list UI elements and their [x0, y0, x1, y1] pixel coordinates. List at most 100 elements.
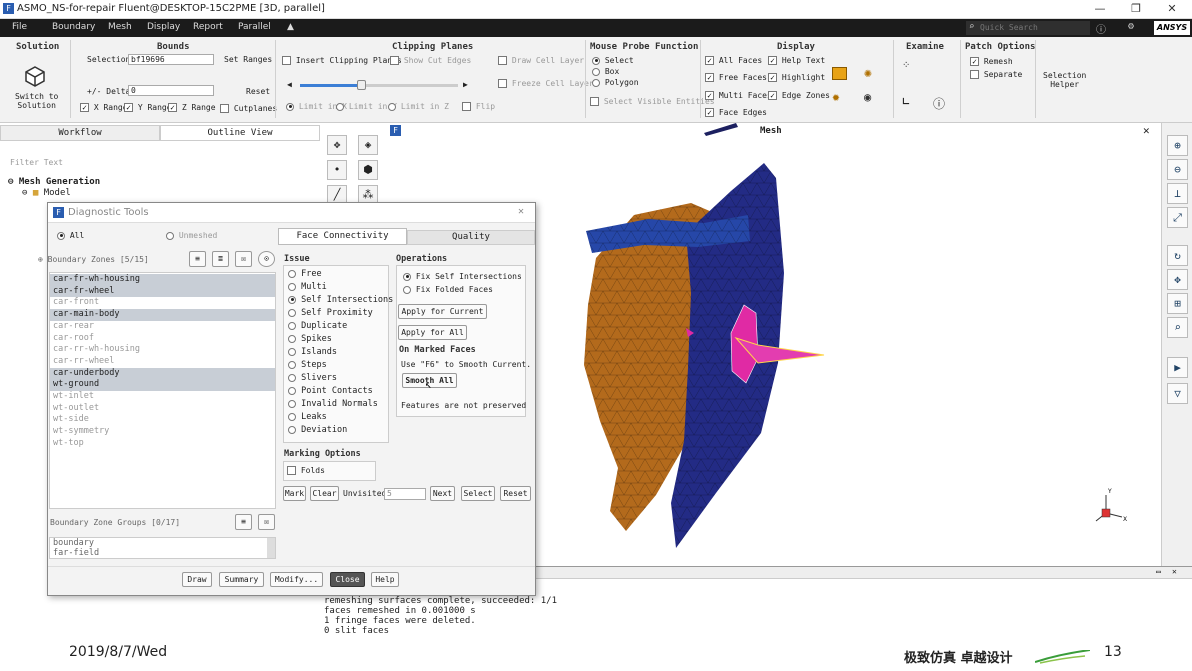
help-button[interactable]: Help: [371, 572, 399, 587]
tab-face-connectivity[interactable]: Face Connectivity: [278, 228, 407, 245]
multi-faces-checkbox[interactable]: Multi Faces: [705, 91, 772, 100]
issue-radio[interactable]: Leaks: [288, 411, 327, 424]
fix-self-intersections-radio[interactable]: Fix Self Intersections: [403, 272, 522, 281]
list-item[interactable]: wt-symmetry: [50, 426, 275, 438]
axes-icon[interactable]: ⊥: [1167, 183, 1188, 204]
issue-radio[interactable]: Duplicate: [288, 320, 347, 333]
issue-radio[interactable]: Multi: [288, 281, 327, 294]
issue-radio[interactable]: Self Proximity: [288, 307, 373, 320]
edge-zones-checkbox[interactable]: Edge Zones: [768, 91, 830, 100]
selection-helper-button[interactable]: Selection Helper: [1043, 71, 1086, 89]
issue-radio[interactable]: Slivers: [288, 372, 337, 385]
probe-polygon-radio[interactable]: Polygon: [592, 78, 639, 87]
clipping-slider[interactable]: [300, 80, 458, 90]
issue-radio[interactable]: Deviation: [288, 424, 347, 437]
console-minimize-icon[interactable]: ▭: [1156, 567, 1161, 577]
point-tool-icon[interactable]: •: [327, 160, 347, 180]
help-circle-icon[interactable]: ⓘ: [1096, 21, 1106, 36]
examine-angle-icon[interactable]: ∟: [902, 95, 910, 110]
sun-icon[interactable]: ✹: [832, 90, 840, 105]
draw-cell-layer-checkbox[interactable]: Draw Cell Layer: [498, 56, 584, 65]
flip-checkbox[interactable]: Flip: [462, 102, 495, 111]
tree-root-mesh-generation[interactable]: ⊖ Mesh Generation: [8, 177, 100, 187]
examine-points-icon[interactable]: ⁘: [902, 60, 910, 71]
unvisited-field[interactable]: 5: [384, 488, 426, 500]
folds-checkbox[interactable]: Folds: [287, 466, 325, 475]
freeze-cell-layer-checkbox[interactable]: Freeze Cell Layer: [498, 79, 594, 88]
deselect-zones-icon[interactable]: ☒: [235, 251, 252, 267]
list-item[interactable]: far-field: [53, 548, 99, 559]
slider-left-arrow-icon[interactable]: ◀: [287, 80, 292, 89]
face-select-icon[interactable]: ◈: [358, 135, 378, 155]
menu-file[interactable]: File: [12, 22, 27, 32]
all-faces-checkbox[interactable]: All Faces: [705, 56, 762, 65]
issue-radio[interactable]: Self Intersections: [288, 294, 393, 307]
list-item[interactable]: car-rear: [50, 321, 275, 333]
minimize-icon[interactable]: —: [1082, 1, 1118, 17]
menu-report[interactable]: Report: [193, 22, 223, 32]
zoom-box-icon[interactable]: ⊞: [1167, 293, 1188, 314]
issue-radio[interactable]: Free: [288, 268, 322, 281]
expand-icon[interactable]: ⊕: [38, 255, 43, 264]
fit-view-icon[interactable]: ⤢: [1167, 207, 1188, 228]
clear-button[interactable]: Clear: [310, 486, 339, 501]
select-visible-entities-checkbox[interactable]: Select Visible Entities: [590, 97, 715, 106]
probe-select-radio[interactable]: Select: [592, 56, 634, 65]
deselect-groups-icon[interactable]: ☒: [258, 514, 275, 530]
issue-radio[interactable]: Islands: [288, 346, 337, 359]
draw-button[interactable]: Draw: [182, 572, 212, 587]
collapse-icon[interactable]: ⊖: [8, 177, 13, 187]
search-view-icon[interactable]: ⌕: [1167, 317, 1188, 338]
pan-icon[interactable]: ✥: [1167, 269, 1188, 290]
zone-groups-list[interactable]: boundary far-field: [49, 537, 276, 559]
probe-box-radio[interactable]: Box: [592, 67, 619, 76]
menu-display[interactable]: Display: [147, 22, 180, 32]
all-radio[interactable]: All: [57, 231, 84, 240]
list-item[interactable]: car-fr-wheel: [50, 285, 275, 298]
move-tool-icon[interactable]: ✥: [327, 135, 347, 155]
next-button[interactable]: Next: [430, 486, 455, 501]
examine-info-icon[interactable]: ⓘ: [933, 95, 945, 112]
slider-right-arrow-icon[interactable]: ▶: [463, 80, 468, 89]
tab-workflow[interactable]: Workflow: [0, 125, 160, 141]
switch-to-solution-icon[interactable]: [24, 65, 46, 87]
zone-options-icon[interactable]: ⊙: [258, 251, 275, 267]
list-item[interactable]: car-main-body: [50, 309, 275, 321]
list-item[interactable]: car-roof: [50, 333, 275, 345]
cutplanes-checkbox[interactable]: Cutplanes: [220, 104, 277, 113]
modify-button[interactable]: Modify...: [270, 572, 323, 587]
groups-scrollbar[interactable]: [267, 538, 275, 558]
collapse-icon[interactable]: ⊖: [22, 188, 27, 198]
filter-icon[interactable]: ▽: [1167, 383, 1188, 404]
unmeshed-radio[interactable]: Unmeshed: [166, 231, 217, 240]
list-item[interactable]: car-fr-wh-housing: [50, 274, 275, 286]
x-range-checkbox[interactable]: X Range: [80, 103, 128, 112]
dialog-close-icon[interactable]: ✕: [518, 206, 524, 217]
select-visible-zones-icon[interactable]: ≣: [212, 251, 229, 267]
summary-button[interactable]: Summary: [219, 572, 264, 587]
eye-icon[interactable]: ◉: [864, 90, 871, 104]
settings-icon[interactable]: ⚙: [1128, 21, 1134, 32]
list-item[interactable]: wt-side: [50, 414, 275, 426]
lighting-icon[interactable]: ✺: [864, 66, 872, 81]
list-item[interactable]: car-front: [50, 297, 275, 309]
quick-search-input[interactable]: Quick Search: [966, 21, 1090, 35]
z-range-checkbox[interactable]: Z Range: [168, 103, 216, 112]
y-range-checkbox[interactable]: Y Range: [124, 103, 172, 112]
issue-radio[interactable]: Point Contacts: [288, 385, 373, 398]
issue-radio[interactable]: Invalid Normals: [288, 398, 378, 411]
switch-to-solution-button[interactable]: Switch to Solution: [15, 92, 58, 110]
close-button[interactable]: Close: [330, 572, 365, 587]
zoom-out-icon[interactable]: ⊖: [1167, 159, 1188, 180]
clipping-slider-thumb[interactable]: [356, 80, 366, 90]
tab-quality[interactable]: Quality: [407, 230, 535, 245]
cell-select-icon[interactable]: ⬢: [358, 160, 378, 180]
reset-button[interactable]: Reset: [500, 486, 531, 501]
restore-icon[interactable]: ❐: [1118, 1, 1154, 17]
highlight-tool-icon[interactable]: ▶: [1167, 357, 1188, 378]
zoom-in-icon[interactable]: ⊕: [1167, 135, 1188, 156]
separate-checkbox[interactable]: Separate: [970, 70, 1022, 79]
select-button[interactable]: Select: [461, 486, 495, 501]
face-edges-checkbox[interactable]: Face Edges: [705, 108, 767, 117]
collapse-ribbon-icon[interactable]: ▲: [287, 22, 294, 32]
